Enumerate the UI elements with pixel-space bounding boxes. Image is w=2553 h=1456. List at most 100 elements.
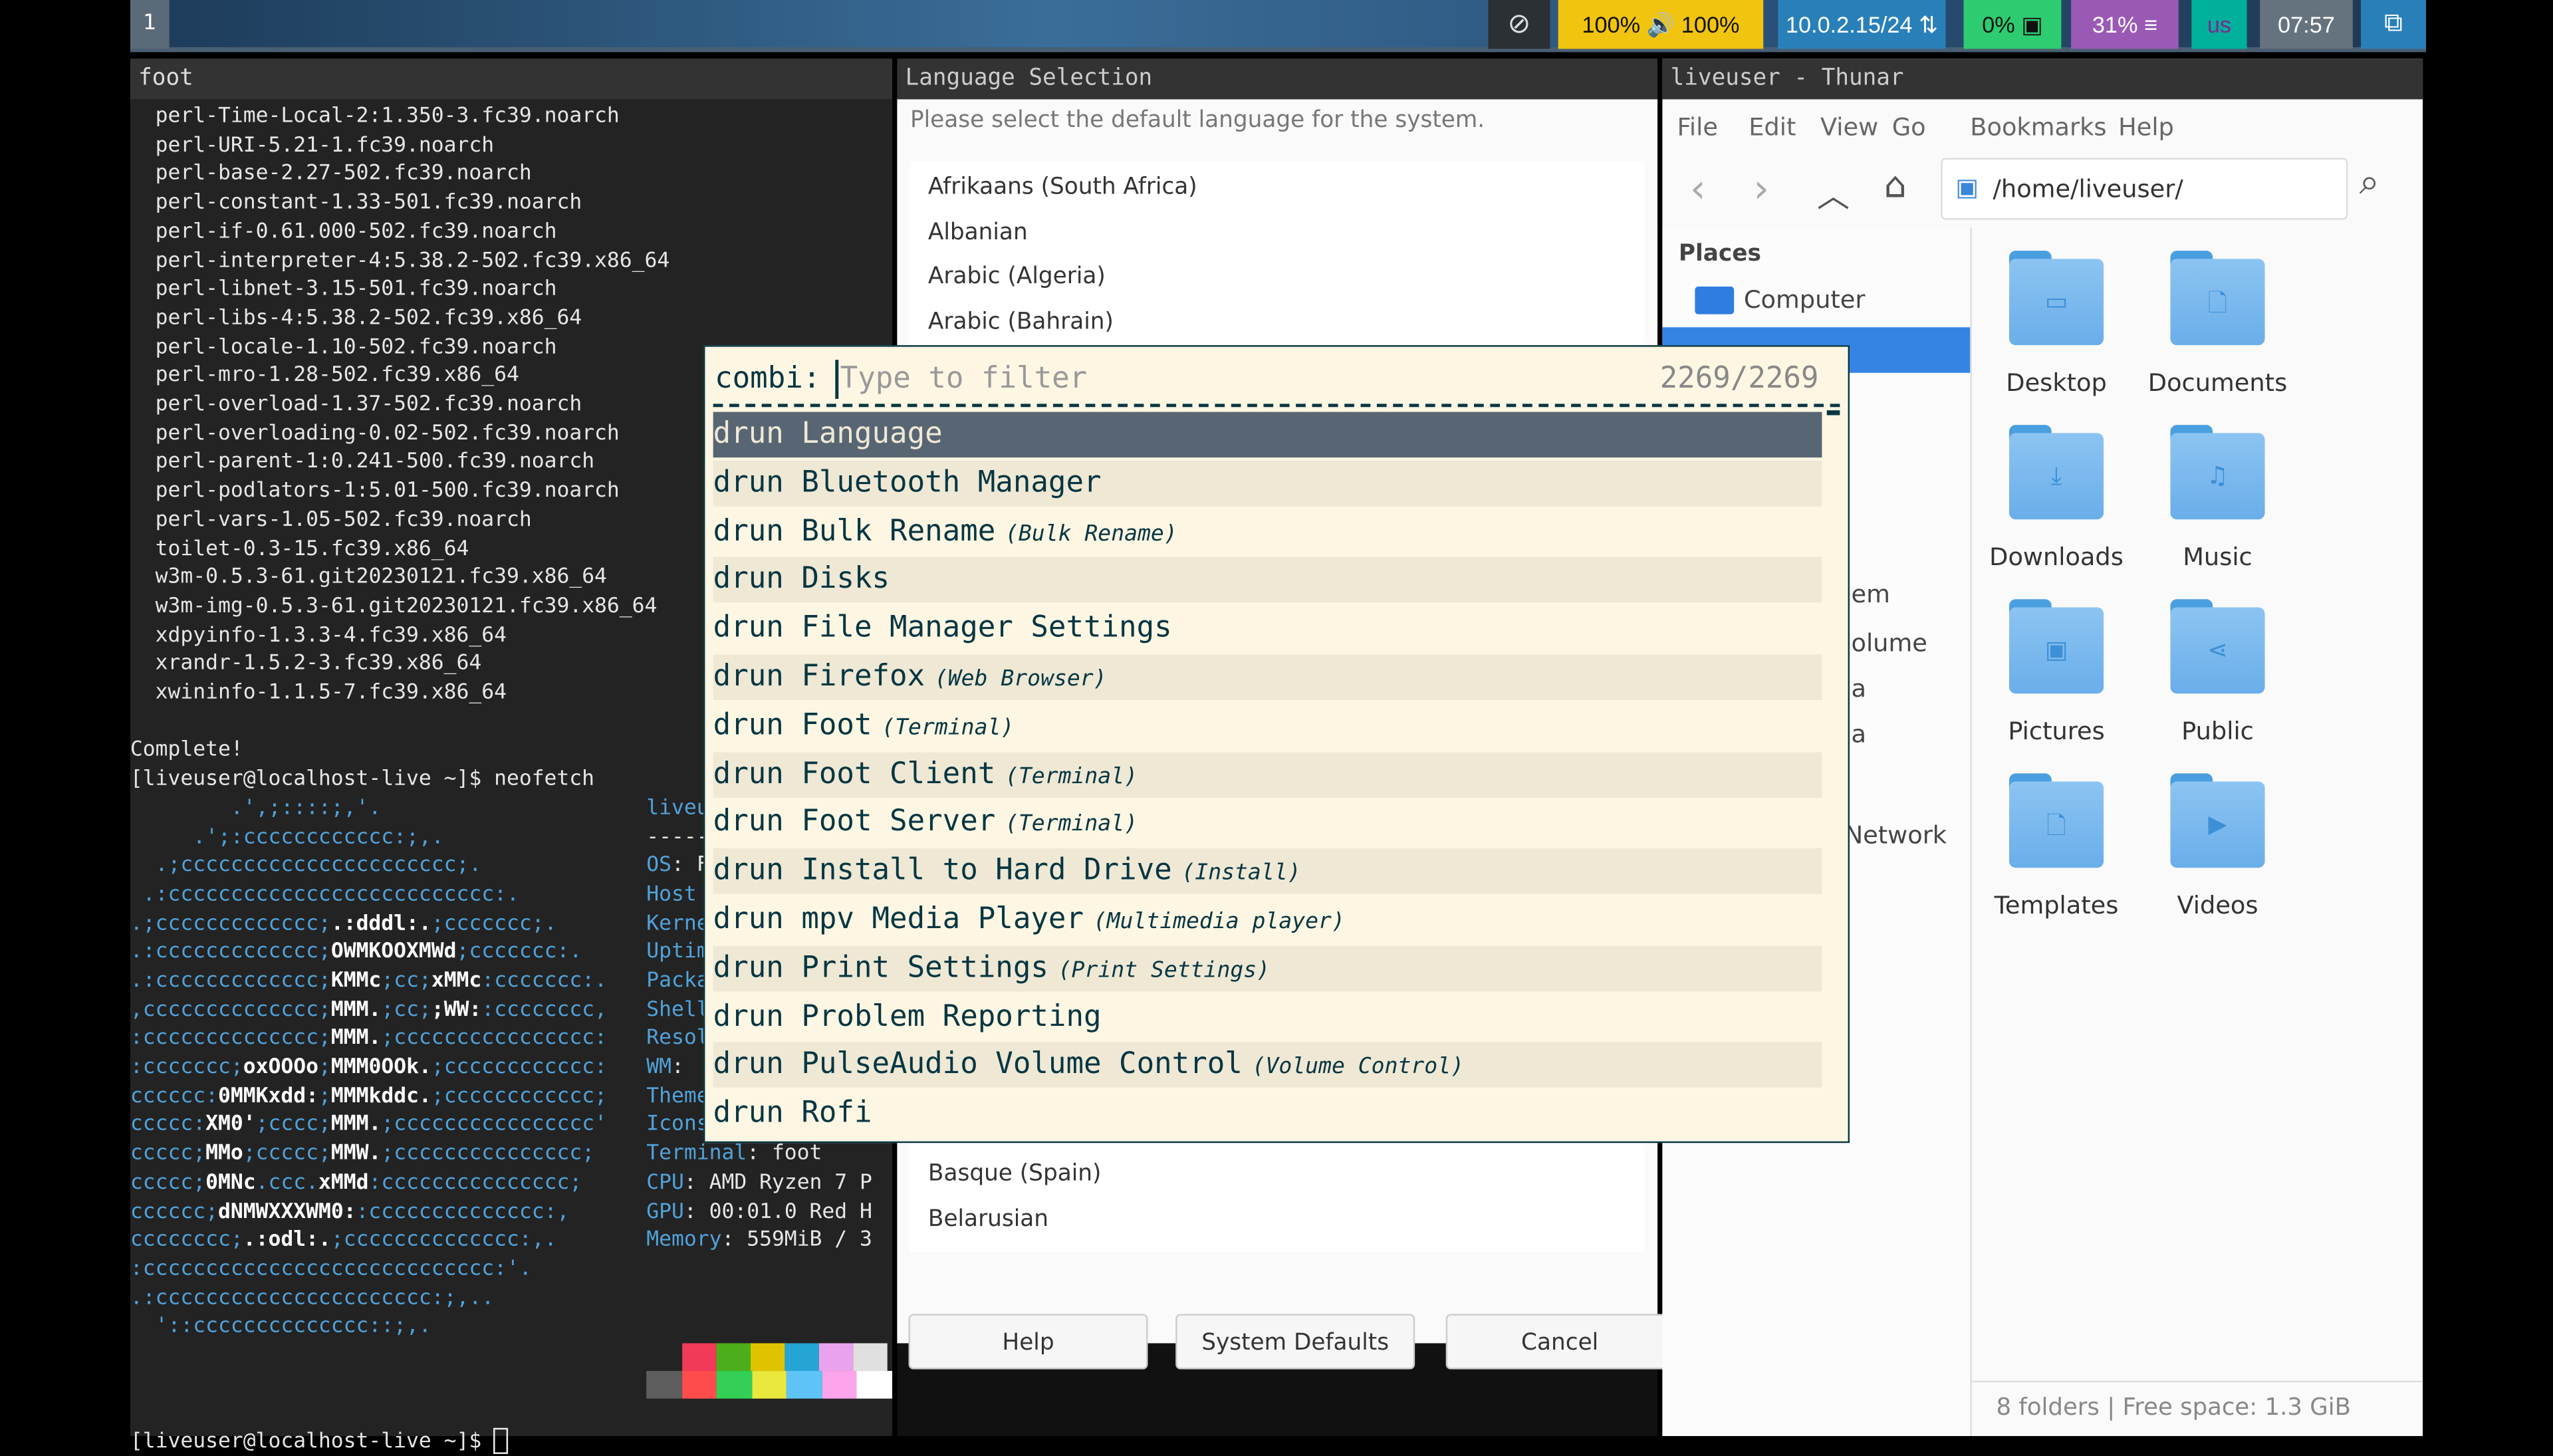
language-item[interactable]: Basque (Spain) [928, 1161, 1101, 1187]
network-block[interactable]: 10.0.2.15/24 ⇅ [1778, 0, 1946, 49]
menu-file[interactable]: File [1677, 112, 1717, 142]
language-item[interactable]: Belarusian [928, 1205, 1048, 1231]
menu-help[interactable]: Help [2118, 112, 2174, 142]
sidebar-item-computer[interactable]: Computer [1662, 277, 1970, 322]
neofetch-line: '::cccccccccccccc::;,. [130, 1312, 892, 1341]
rofi-entry[interactable]: drun Foot Server (Terminal) [713, 800, 1822, 846]
cursor [494, 1428, 509, 1455]
neofetch-info: Resol [646, 1025, 709, 1053]
entry-comment: (Multimedia player) [1093, 908, 1345, 935]
clock[interactable]: 07:57 [2260, 0, 2353, 49]
folder-documents[interactable]: 🗋 Documents [2144, 251, 2290, 398]
folder-emblem-icon: ▭ [2044, 287, 2068, 316]
menu-view[interactable]: View [1820, 112, 1878, 142]
rofi-entry[interactable]: drun Print Settings (Print Settings) [713, 945, 1822, 991]
info-segment: : 559MiB / 3 [721, 1227, 872, 1253]
up-icon[interactable]: ︿ [1817, 170, 1850, 217]
top-bar: 1 ⊘ 100% 🔊 100% 10.0.2.15/24 ⇅ 0% ▣ 31% … [130, 0, 2426, 53]
eye-off-icon[interactable]: ⊘ [1488, 0, 1550, 49]
menu-bookmarks[interactable]: Bookmarks [1970, 112, 2106, 142]
logo-segment: .:cccccccccccccccccccccccccc:. [130, 882, 519, 907]
folder-public[interactable]: ⋖ Public [2144, 599, 2290, 746]
logo-segment: cccccc: [130, 1084, 219, 1109]
rofi-entry[interactable]: drun Problem Reporting [713, 994, 1822, 1040]
rofi-entry[interactable]: drun Firefox (Web Browser) [713, 654, 1822, 701]
folder-videos[interactable]: ▶ Videos [2144, 773, 2290, 920]
menu-edit[interactable]: Edit [1749, 112, 1796, 142]
status-text: 8 folders | Free space: 1.3 GiB [1996, 1395, 2352, 1421]
neofetch-info: GPU: 00:01.0 Red H [646, 1197, 872, 1226]
logo-segment: :ccccccc:. [481, 969, 608, 993]
memory-block[interactable]: 31% ≡ [2071, 0, 2179, 49]
menu-go[interactable]: Go [1892, 112, 1926, 142]
rofi-entry[interactable]: drun mpv Media Player (Multimedia player) [713, 897, 1822, 943]
sidebar-item-label[interactable]: a [1851, 674, 1866, 703]
sidebar-item-label[interactable]: em [1851, 580, 1889, 609]
home-icon[interactable]: ⌂ [1884, 166, 1906, 207]
language-item[interactable]: Albanian [928, 219, 1028, 245]
folder-music[interactable]: ♫ Music [2144, 425, 2290, 572]
folder-icon: ▣ [2009, 599, 2104, 694]
sidebar-item-label: Computer [1743, 285, 1866, 314]
location-bar[interactable]: ▣ /home/liveuser/ [1941, 158, 2348, 220]
system-defaults-button[interactable]: System Defaults [1175, 1314, 1415, 1370]
sidebar-item-label[interactable]: a [1851, 719, 1866, 749]
folder-templates[interactable]: 🗋 Templates [1983, 773, 2129, 920]
cpu-block[interactable]: 0% ▣ [1963, 0, 2062, 49]
folder-pictures[interactable]: ▣ Pictures [1983, 599, 2129, 746]
forward-icon[interactable]: › [1754, 166, 1770, 212]
logo-segment: xMMd [318, 1170, 369, 1195]
language-item[interactable]: Arabic (Bahrain) [928, 308, 1114, 334]
rofi-entry[interactable]: drun Bluetooth Manager [713, 460, 1822, 507]
info-segment: Host [646, 882, 697, 907]
rofi-entry[interactable]: drun Foot (Terminal) [713, 703, 1822, 749]
logo-segment: ;ccccccc:. [456, 939, 582, 965]
package-name: xrandr-1.5.2-3.fc39.x86_64 [155, 652, 482, 677]
neofetch-line: .:cccccccccccccccccccccc:;,.. [130, 1284, 892, 1312]
sidebar-item-label[interactable]: olume [1851, 628, 1927, 658]
logo-segment: MMM. [330, 1026, 382, 1051]
network-icon: ⇅ [1919, 11, 1938, 38]
folder-desktop[interactable]: ▭ Desktop [1983, 251, 2129, 398]
rofi-entry[interactable]: drun PulseAudio Volume Control (Volume Co… [713, 1042, 1822, 1088]
palette-swatch [716, 1370, 752, 1399]
info-segment: Terminal [646, 1142, 747, 1166]
back-icon[interactable]: ‹ [1690, 166, 1706, 212]
terminal-line: perl-interpreter-4:5.38.2-502.fc39.x86_6… [130, 247, 892, 275]
audio-volume-block[interactable]: 100% 🔊 100% [1558, 0, 1764, 49]
entry-comment: (Volume Control) [1252, 1054, 1465, 1080]
folder-label: Desktop [2006, 368, 2107, 398]
entry-name: drun Problem Reporting [713, 999, 1102, 1034]
logo-segment: ;cccccccccccccc:,. [330, 1227, 557, 1253]
rofi-entry[interactable]: drun Foot Client (Terminal) [713, 751, 1822, 798]
sidebar-item-label[interactable]: Network [1845, 820, 1947, 850]
rofi-entry[interactable]: drun Rofi [713, 1091, 1822, 1137]
rofi-entry[interactable]: drun Language [713, 412, 1822, 458]
cancel-button[interactable]: Cancel [1445, 1314, 1674, 1370]
language-item[interactable]: Arabic (Algeria) [928, 264, 1106, 290]
entry-comment: (Terminal) [1005, 811, 1138, 838]
rofi-filter-input[interactable]: Type to filter [835, 360, 1685, 400]
rofi-entry[interactable]: drun File Manager Settings [713, 606, 1822, 652]
logo-segment: .:dddl:. [330, 911, 431, 936]
rofi-entry[interactable]: drun Install to Hard Drive (Install) [713, 848, 1822, 894]
entry-name: drun Foot Server [713, 804, 996, 840]
neofetch-info: OS: F [646, 852, 709, 880]
help-button[interactable]: Help [908, 1314, 1148, 1370]
info-segment: GPU [646, 1199, 684, 1224]
rofi-scrollbar[interactable] [1826, 410, 1840, 416]
info-segment: Shell [646, 997, 709, 1023]
neofetch-info: Memory: 559MiB / 3 [646, 1227, 872, 1255]
neofetch-info: Terminal: foot [646, 1140, 822, 1169]
language-item[interactable]: Afrikaans (South Africa) [928, 174, 1197, 200]
rofi-entry[interactable]: drun Bulk Rename (Bulk Rename) [713, 509, 1822, 555]
rofi-prompt: combi: [715, 361, 821, 396]
folder-downloads[interactable]: ⤓ Downloads [1983, 425, 2129, 572]
entry-name: drun Rofi [713, 1096, 872, 1131]
rofi-entry[interactable]: drun Disks [713, 557, 1822, 604]
computers-icon[interactable]: ⧉ [2361, 0, 2426, 49]
keyboard-layout[interactable]: us [2191, 0, 2247, 49]
search-icon[interactable]: ⌕ [2360, 163, 2379, 203]
workspace-button[interactable]: 1 [130, 0, 170, 49]
folder-icon: ♫ [2170, 425, 2265, 520]
